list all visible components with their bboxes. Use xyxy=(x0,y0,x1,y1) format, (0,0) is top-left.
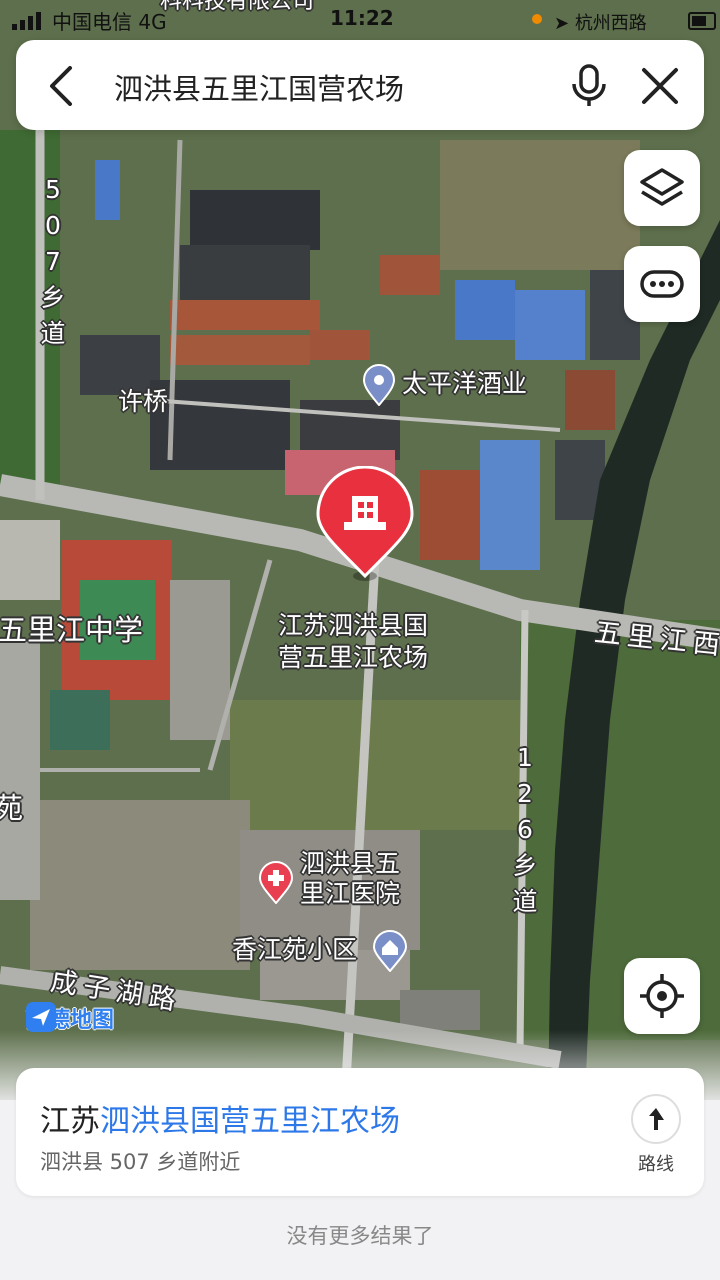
map-label-hospital-line2[interactable]: 里江医院 xyxy=(300,878,400,910)
search-bar[interactable]: 泗洪县五里江国营农场 xyxy=(16,40,704,130)
map-label-left-edge: 苑 xyxy=(0,791,24,825)
route-button[interactable]: 路线 xyxy=(630,1094,682,1176)
layers-button[interactable] xyxy=(624,150,700,226)
status-bar: 中国电信 4G 11:22 ➤ 杭州西路 xyxy=(0,0,720,38)
map-label-xuqiao: 许桥 xyxy=(118,387,169,416)
map-label-xiangjiangyuan[interactable]: 香江苑小区 xyxy=(232,934,357,966)
map-label-road-126: 126乡道 xyxy=(512,743,538,916)
amap-logo-icon xyxy=(26,1002,56,1032)
map-label-wulijiang-school[interactable]: 五里江中学 xyxy=(0,614,143,646)
battery-icon xyxy=(688,12,716,30)
no-more-results: 没有更多结果了 xyxy=(286,1224,434,1248)
locate-icon xyxy=(640,974,684,1018)
search-query[interactable]: 泗洪县五里江国营农场 xyxy=(114,66,404,108)
map-label-taipingyang[interactable]: 太平洋酒业 xyxy=(402,368,527,400)
map-view[interactable]: 科科技有限公司 507乡道 许桥 太平洋酒业 五里江中学 江苏泗洪县国 营五里江… xyxy=(0,0,720,1100)
map-label-farm-line1[interactable]: 江苏泗洪县国 xyxy=(278,610,428,642)
carrier-label: 中国电信 4G xyxy=(52,10,167,34)
result-address: 泗洪县 507 乡道附近 xyxy=(40,1150,241,1174)
result-title[interactable]: 江苏泗洪县国营五里江农场 xyxy=(40,1096,400,1140)
recording-dot-icon xyxy=(532,14,542,24)
map-label-road-507: 507乡道 xyxy=(40,175,66,348)
layers-icon xyxy=(640,168,684,206)
result-card[interactable]: 江苏泗洪县国营五里江农场 泗洪县 507 乡道附近 路线 xyxy=(16,1068,704,1196)
more-icon xyxy=(640,270,684,298)
chevron-left-icon[interactable] xyxy=(44,66,80,106)
route-label: 路线 xyxy=(638,1154,674,1175)
close-icon[interactable] xyxy=(640,66,680,106)
map-label-hospital-line1[interactable]: 泗洪县五 xyxy=(300,848,400,880)
clock: 11:22 xyxy=(330,6,394,30)
locate-button[interactable] xyxy=(624,958,700,1034)
map-label-farm-line2[interactable]: 营五里江农场 xyxy=(278,642,428,674)
more-button[interactable] xyxy=(624,246,700,322)
signal-icon xyxy=(12,12,41,30)
location-text: ➤ 杭州西路 xyxy=(554,13,647,34)
microphone-icon[interactable] xyxy=(569,64,609,108)
route-arrow-icon xyxy=(631,1094,681,1144)
